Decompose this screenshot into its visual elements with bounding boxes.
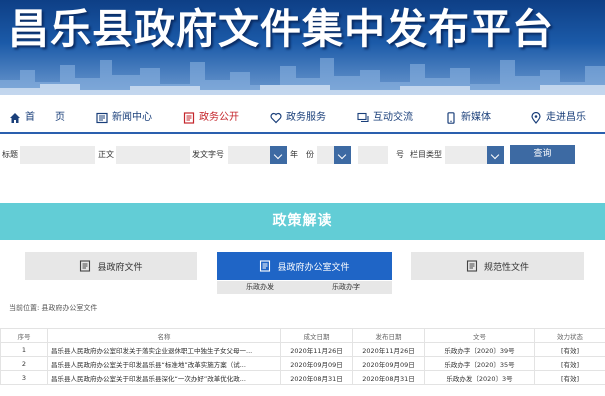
query-button[interactable]: 查询 — [510, 145, 575, 164]
row-status: [有效] — [534, 370, 605, 385]
home-icon — [10, 113, 20, 123]
site-title: 昌乐县政府文件集中发布平台 — [8, 5, 554, 53]
header-name: 名称 — [47, 328, 281, 343]
row-no: 3 — [0, 370, 48, 385]
nav-services-label: 政务服务 — [286, 112, 326, 123]
title-label: 标题 — [2, 150, 18, 159]
header-banner: 昌乐县政府文件集中发布平台 — [0, 0, 605, 95]
policy-heading: 政策解读 — [0, 203, 605, 240]
table-header-row: 序号 名称 成文日期 发布日期 文号 效力状态 — [0, 328, 605, 343]
column-type-label: 栏目类型 — [410, 150, 442, 159]
sub-tab-lezhengbanfa[interactable]: 乐政办发 — [246, 281, 274, 294]
header-publish-date: 发布日期 — [352, 328, 425, 343]
nav-interaction-label: 互动交流 — [373, 112, 413, 123]
phone-icon — [447, 112, 455, 124]
number-label: 号 — [396, 150, 404, 159]
category-label: 县政府办公室文件 — [277, 262, 350, 273]
table-row: 3 昌乐县人民政府办公室关于印发昌乐县深化“一次办好”改革优化政... 2020… — [0, 370, 605, 385]
row-name-link[interactable]: 昌乐县人民政府办公室关于印发昌乐县“标准地”改革实施方案（试... — [47, 356, 281, 371]
title-input[interactable] — [20, 146, 95, 164]
docnum-select[interactable] — [228, 146, 270, 164]
body-input[interactable] — [116, 146, 190, 164]
table-row: 1 昌乐县人民政府办公室印发关于落实企业退休职工中独生子女父母一... 2020… — [0, 342, 605, 357]
nav-services[interactable]: 政务服务 — [270, 104, 326, 132]
table-row: 2 昌乐县人民政府办公室关于印发昌乐县“标准地”改革实施方案（试... 2020… — [0, 356, 605, 371]
row-written-date: 2020年11月26日 — [280, 342, 353, 357]
row-no: 1 — [0, 342, 48, 357]
nav-new-media-label: 新媒体 — [461, 112, 491, 123]
nav-gov-affairs[interactable]: 政务公开 — [183, 104, 239, 132]
row-name-link[interactable]: 昌乐县人民政府办公室关于印发昌乐县深化“一次办好”改革优化政... — [47, 370, 281, 385]
nav-gov-affairs-label: 政务公开 — [199, 112, 239, 123]
column-type-select[interactable] — [445, 146, 487, 164]
nav-home[interactable]: 首 页 — [9, 104, 65, 132]
nav-about[interactable]: 走进昌乐 — [530, 104, 586, 132]
chat-icon — [357, 112, 369, 123]
row-written-date: 2020年08月31日 — [280, 370, 353, 385]
heart-icon — [270, 112, 282, 124]
row-status: [有效] — [534, 342, 605, 357]
row-written-date: 2020年09月09日 — [280, 356, 353, 371]
docnum-dropdown-arrow-icon[interactable] — [270, 146, 287, 164]
sub-tab-lezhengbanzi[interactable]: 乐政办字 — [332, 281, 360, 294]
nav-news[interactable]: 新闻中心 — [96, 104, 152, 132]
header-written-date: 成文日期 — [280, 328, 353, 343]
nav-about-label: 走进昌乐 — [546, 112, 586, 123]
row-publish-date: 2020年09月09日 — [352, 356, 425, 371]
nav-news-label: 新闻中心 — [112, 112, 152, 123]
documents-table: 序号 名称 成文日期 发布日期 文号 效力状态 1 昌乐县人民政府办公室印发关于… — [0, 328, 605, 385]
category-label: 县政府文件 — [97, 262, 143, 273]
header-no: 序号 — [0, 328, 48, 343]
location-icon — [531, 112, 541, 124]
row-status: [有效] — [534, 356, 605, 371]
year-dropdown-arrow-icon[interactable] — [334, 146, 351, 164]
body-label: 正文 — [98, 150, 114, 159]
file-icon — [466, 260, 478, 272]
header-docnum: 文号 — [424, 328, 535, 343]
header-status: 效力状态 — [534, 328, 605, 343]
nav-divider — [0, 132, 605, 134]
number-input[interactable] — [358, 146, 388, 164]
breadcrumb-label: 当前位置: — [9, 304, 40, 312]
category-county-gov-files[interactable]: 县政府文件 — [25, 252, 197, 280]
row-no: 2 — [0, 356, 48, 371]
category-county-office-files[interactable]: 县政府办公室文件 — [217, 252, 392, 280]
row-name-link[interactable]: 昌乐县人民政府办公室印发关于落实企业退休职工中独生子女父母一... — [47, 342, 281, 357]
row-docnum: 乐政办字〔2020〕35号 — [424, 356, 535, 371]
column-type-dropdown-arrow-icon[interactable] — [487, 146, 504, 164]
docnum-label: 发文字号 — [192, 150, 224, 159]
main-nav: 首 页 新闻中心 政务公开 政务服务 互动交流 新媒体 走进昌乐 — [0, 104, 605, 132]
file-icon — [80, 260, 91, 272]
nav-new-media[interactable]: 新媒体 — [445, 104, 491, 132]
news-icon — [96, 112, 108, 124]
row-docnum: 乐政办发〔2020〕3号 — [424, 370, 535, 385]
year-select[interactable] — [317, 146, 334, 164]
row-publish-date: 2020年11月26日 — [352, 342, 425, 357]
row-docnum: 乐政办字〔2020〕39号 — [424, 342, 535, 357]
breadcrumb-current[interactable]: 县政府办公室文件 — [41, 304, 97, 312]
document-icon — [183, 112, 195, 124]
file-icon — [260, 260, 271, 272]
year-label: 年 份 — [290, 150, 314, 159]
sub-tab-bar: 乐政办发 乐政办字 — [217, 281, 392, 294]
search-form: 标题 正文 发文字号 年 份 号 栏目类型 查询 — [0, 144, 605, 166]
row-publish-date: 2020年08月31日 — [352, 370, 425, 385]
breadcrumb: 当前位置: 县政府办公室文件 — [7, 303, 97, 313]
category-normative-files[interactable]: 规范性文件 — [411, 252, 584, 280]
nav-interaction[interactable]: 互动交流 — [357, 104, 413, 132]
category-label: 规范性文件 — [483, 262, 529, 273]
nav-home-label: 首 页 — [25, 112, 65, 123]
